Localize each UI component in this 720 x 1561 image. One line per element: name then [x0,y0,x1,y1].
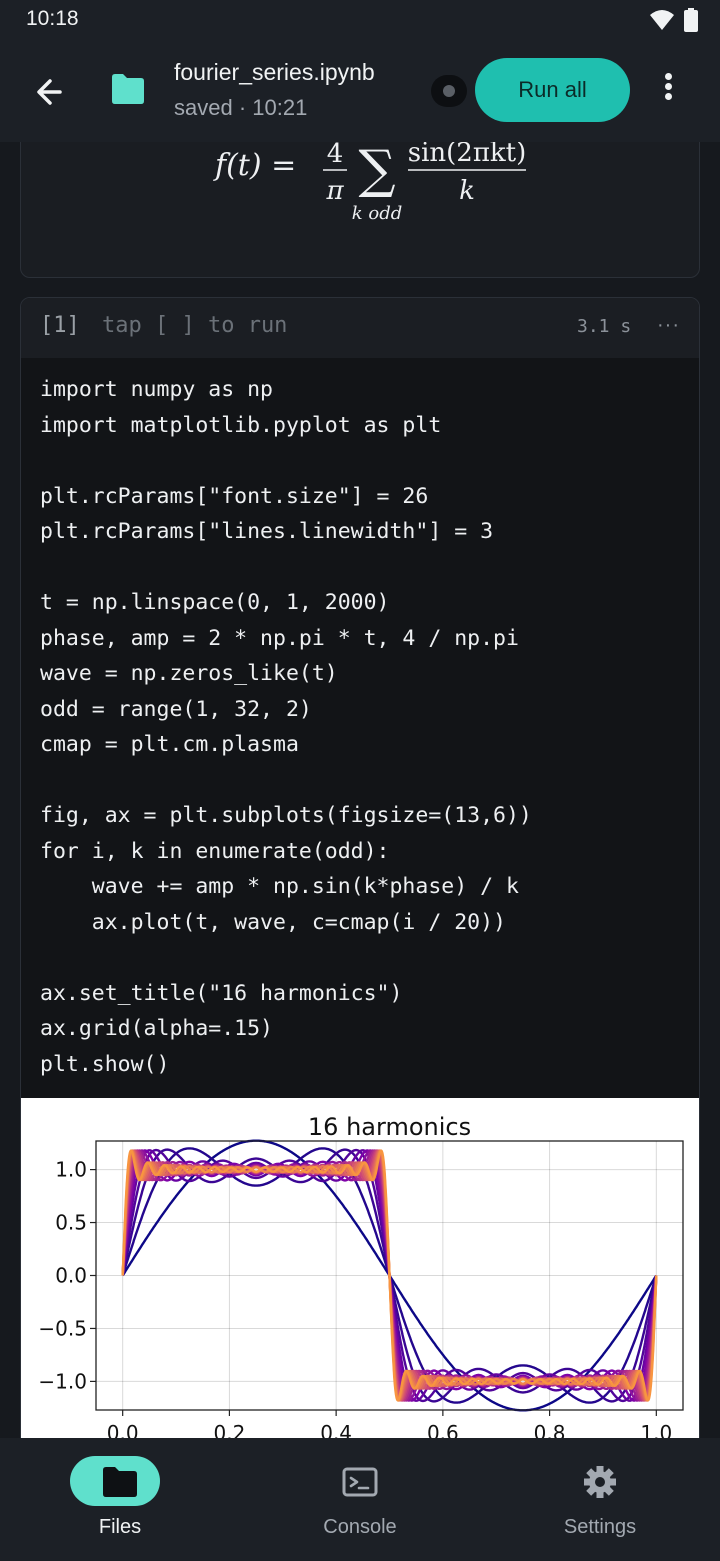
code-line: t = np.linspace(0, 1, 2000) [40,590,390,615]
save-status: saved · 10:21 [174,95,308,120]
x-tick-label: 0.0 [107,1421,139,1438]
code-line: phase, amp = 2 * np.pi * t, 4 / np.pi [40,625,519,651]
nav-item-settings[interactable]: Settings [480,1438,720,1561]
formula-coef-num: 4 [327,142,344,169]
y-tick-label: 1.0 [55,1158,87,1182]
code-line: import numpy as np [40,377,273,402]
formula-frac-den: k [459,176,475,206]
code-line: fig, ax = plt.subplots(figsize=(13,6)) [40,803,532,828]
gear-icon [584,1466,616,1498]
back-button[interactable] [30,72,74,112]
x-tick-label: 0.2 [214,1421,246,1438]
code-line: for i, k in enumerate(odd): [40,838,390,864]
code-line: ax.grid(alpha=.15) [40,1016,273,1041]
formula-sum-subscript: k odd [352,203,403,224]
x-tick-label: 0.4 [320,1421,352,1438]
run-hint: tap [ ] to run [102,313,288,338]
y-tick-label: −0.5 [38,1316,87,1340]
kernel-status-indicator[interactable] [431,75,467,107]
code-line: ax.set_title("16 harmonics") [40,980,403,1006]
run-all-button[interactable]: Run all [475,58,630,122]
status-time: 10:18 [26,7,79,30]
code-line: odd = range(1, 32, 2) [40,696,312,722]
sum-symbol: ∑ [358,142,395,200]
execution-count: [1] [40,313,80,338]
notebook-title: fourier_series.ipynb [174,59,375,85]
x-tick-label: 0.6 [427,1421,459,1438]
x-tick-label: 0.8 [534,1421,566,1438]
code-line: plt.rcParams["lines.linewidth"] = 3 [40,519,494,544]
app-bar: fourier_series.ipynb saved · 10:21 Run a… [0,40,720,142]
folder-icon [103,1467,137,1497]
cell-header: [1] tap [ ] to run 3.1 s ··· [21,298,699,358]
plot-output: 0.0 0.2 0.4 0.6 0.8 1.0 1.0 0.5 0.0 −0.5 −1.0 16 h… [21,1098,699,1438]
more-options-icon[interactable] [654,70,682,112]
bottom-navigation: Files Console Settings [0,1438,720,1561]
wifi-icon [650,10,674,30]
nav-item-files[interactable]: Files [0,1438,240,1561]
code-line: plt.rcParams["font.size"] = 26 [40,483,429,509]
formula-frac-num: sin(2πkt) [408,142,527,168]
nav-label-console: Console [323,1516,397,1538]
markdown-cell[interactable]: f(t) = 4 π ∑ k odd sin(2πkt) k [20,142,700,278]
code-line: import matplotlib.pyplot as plt [40,412,442,438]
execution-time: 3.1 s [577,316,632,337]
code-cell[interactable]: [1] tap [ ] to run 3.1 s ··· import nump… [20,297,700,1438]
code-line: plt.show() [40,1051,170,1077]
status-bar: 10:18 [0,0,720,40]
arrow-left-icon [37,79,62,105]
folder-icon [112,74,144,104]
code-line: cmap = plt.cm.plasma [40,732,299,757]
code-editor[interactable]: import numpy as np import matplotlib.pypl… [40,372,532,1082]
nav-label-files: Files [98,1516,142,1538]
battery-icon [684,8,698,32]
line-chart: 0.0 0.2 0.4 0.6 0.8 1.0 1.0 0.5 0.0 −0.5 −1.0 16 h… [38,1113,684,1438]
code-line: wave += amp * np.sin(k*phase) / k [40,874,519,899]
nav-item-console[interactable]: Console [240,1438,480,1561]
fourier-formula: f(t) = 4 π ∑ k odd sin(2πkt) k [213,142,527,224]
x-tick-label: 1.0 [640,1421,672,1438]
code-line: ax.plot(t, wave, c=cmap(i / 20)) [40,909,506,935]
y-tick-label: −1.0 [38,1369,87,1393]
terminal-icon [342,1467,378,1497]
y-tick-label: 0.0 [55,1264,87,1288]
formula-coef-den: π [325,176,344,206]
formula-lhs: f(t) = [213,148,296,183]
notebook-content[interactable]: f(t) = 4 π ∑ k odd sin(2πkt) k [1] tap [… [0,142,720,1438]
y-tick-label: 0.5 [55,1211,87,1235]
chart-title: 16 harmonics [308,1113,471,1141]
cell-menu-icon[interactable]: ··· [657,314,680,337]
code-line: wave = np.zeros_like(t) [40,661,338,686]
nav-label-settings: Settings [563,1516,637,1538]
